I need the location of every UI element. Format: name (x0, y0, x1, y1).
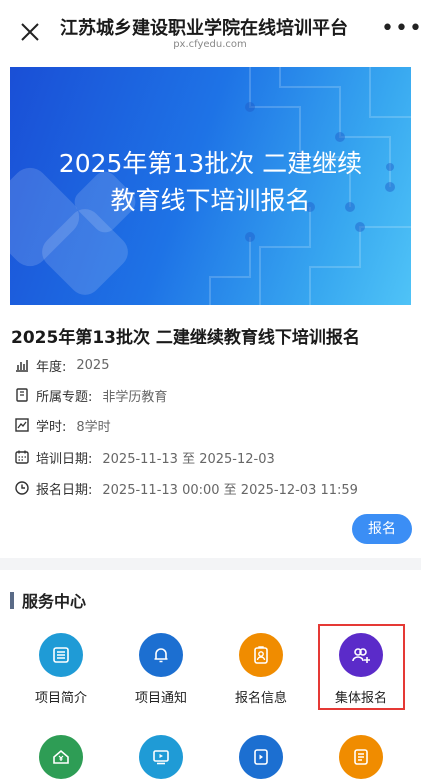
banner-line-1: 2025年第13批次 二建继续 (58, 149, 363, 178)
bell-icon (139, 633, 183, 677)
info-label: 培训日期: (36, 451, 93, 467)
close-icon (21, 23, 39, 41)
bookmark-icon (16, 388, 28, 402)
home-fee-icon (39, 735, 83, 779)
clock-icon (15, 481, 29, 495)
page-title: 江苏城乡建设职业学院在线培训平台 (60, 18, 348, 39)
bar-chart-icon (16, 360, 28, 372)
info-value: 8学时 (76, 419, 111, 435)
info-label: 学时: (36, 419, 67, 435)
tile-signup-info[interactable]: 报名信息 (216, 633, 306, 706)
info-row-signup-date: 报名日期: 2025-11-13 00:00 至 2025-12-03 11:5… (14, 478, 358, 498)
info-row-training-date: 培训日期: 2025-11-13 至 2025-12-03 (14, 447, 275, 467)
banner-line-2: 教育线下培训报名 (110, 186, 311, 215)
info-value: 2025-11-13 至 2025-12-03 (102, 451, 275, 467)
tile-project-intro[interactable]: 项目简介 (16, 633, 106, 706)
info-value: 2025 (76, 357, 110, 373)
highlight-box (318, 624, 405, 710)
service-center-title: 服务中心 (22, 592, 87, 611)
id-card-icon (239, 633, 283, 677)
apply-button[interactable]: 报名 (352, 514, 412, 544)
calendar-icon (15, 450, 29, 464)
info-value: 非学历教育 (102, 389, 168, 405)
tile-project-notice[interactable]: 项目通知 (116, 633, 206, 706)
section-divider (0, 558, 421, 570)
info-row-hours: 学时: 8学时 (14, 415, 111, 435)
tile-video[interactable] (116, 735, 206, 779)
tile-form[interactable] (316, 735, 406, 779)
form-icon (339, 735, 383, 779)
tile-doc-play[interactable] (216, 735, 306, 779)
section-accent-bar (10, 591, 14, 609)
doc-play-icon (239, 735, 283, 779)
info-row-topic: 所属专题: 非学历教育 (14, 385, 167, 405)
tile-label: 项目通知 (134, 691, 187, 706)
tile-fee[interactable] (16, 735, 106, 779)
service-center-header: 服务中心 (10, 590, 87, 611)
info-label: 所属专题: (36, 389, 93, 405)
list-icon (39, 633, 83, 677)
top-nav-bar: 江苏城乡建设职业学院在线培训平台 px.cfyedu.com ••• (0, 0, 421, 60)
course-banner: 2025年第13批次 二建继续 教育线下培训报名 (10, 67, 411, 305)
info-label: 年度: (36, 359, 67, 375)
close-button[interactable] (18, 20, 42, 44)
info-row-year: 年度: 2025 (14, 355, 109, 375)
tile-label: 项目简介 (34, 691, 87, 706)
info-value: 2025-11-13 00:00 至 2025-12-03 11:59 (102, 482, 358, 498)
line-chart-icon (15, 418, 29, 432)
video-icon (139, 735, 183, 779)
course-title: 2025年第13批次 二建继续教育线下培训报名 (11, 328, 360, 348)
banner-heading: 2025年第13批次 二建继续 教育线下培训报名 (10, 145, 411, 219)
more-menu-button[interactable]: ••• (381, 18, 421, 40)
tile-label: 报名信息 (234, 691, 287, 706)
info-label: 报名日期: (36, 482, 93, 498)
page-url: px.cfyedu.com (173, 39, 247, 50)
